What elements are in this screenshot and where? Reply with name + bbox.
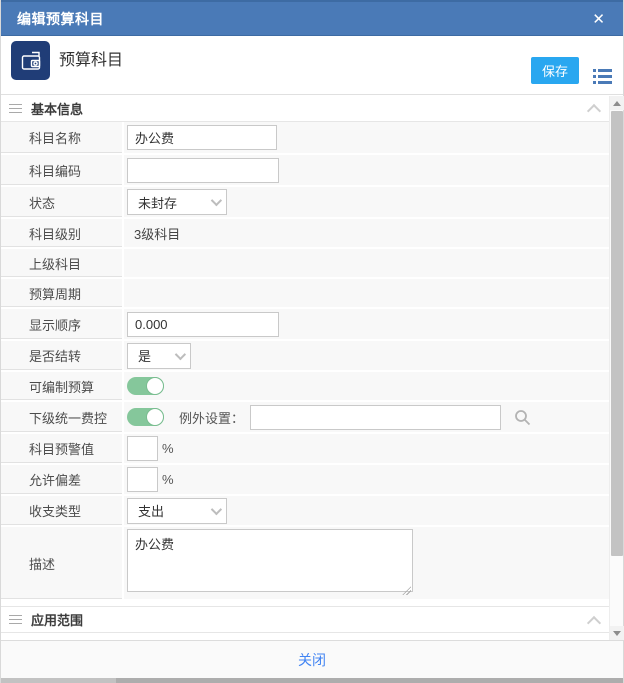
toggle-knob <box>146 377 164 395</box>
toggle-knob <box>146 408 164 426</box>
description-textarea[interactable]: 办公费 <box>127 529 413 592</box>
background-page-edge <box>1 678 623 683</box>
field-label: 科目级别 <box>1 219 124 247</box>
row-status: 状态 未封存 <box>1 187 609 219</box>
field-label: 描述 <box>1 527 124 599</box>
row-income-expense-type: 收支类型 支出 <box>1 496 609 527</box>
warning-value-input[interactable] <box>127 436 158 461</box>
row-display-order: 显示顺序 <box>1 309 609 341</box>
row-carryover: 是否结转 是 <box>1 341 609 372</box>
form-content: 基本信息 科目名称 科目编码 状态 未封存 科目级别 <box>1 95 623 640</box>
field-label: 状态 <box>1 187 124 217</box>
row-description: 描述 办公费 <box>1 527 609 601</box>
subject-name-input[interactable] <box>127 125 277 150</box>
percent-suffix: % <box>162 472 174 487</box>
row-budgetable: 可编制预算 <box>1 372 609 402</box>
income-expense-type-select[interactable]: 支出 <box>127 497 227 524</box>
row-unified-control: 下级统一费控 例外设置： <box>1 402 609 434</box>
row-parent-subject: 上级科目 <box>1 249 609 279</box>
edit-budget-subject-dialog: 编辑预算科目 ✕ 预算科目 保存 基本信息 科目名称 办公费 科目编码 状态 未… <box>0 0 624 683</box>
budget-subject-icon <box>11 41 50 80</box>
subject-code-input[interactable] <box>127 157 279 183</box>
row-subject-name: 科目名称 <box>1 122 609 155</box>
row-subject-code: 科目编码 <box>1 155 609 187</box>
list-icon[interactable] <box>591 67 613 85</box>
field-label: 科目名称 <box>1 122 124 153</box>
close-link[interactable]: 关闭 <box>298 650 326 670</box>
exception-settings-label: 例外设置： <box>179 410 245 426</box>
section-title: 应用范围 <box>31 613 84 628</box>
field-label: 是否结转 <box>1 341 124 370</box>
carryover-select[interactable]: 是 <box>127 342 191 369</box>
percent-suffix: % <box>162 441 174 456</box>
field-label: 可编制预算 <box>1 372 124 400</box>
page-title: 预算科目 <box>59 52 124 69</box>
chevron-down-icon <box>210 503 223 515</box>
row-budget-period: 预算周期 <box>1 279 609 309</box>
status-select[interactable]: 未封存 <box>127 189 227 215</box>
scroll-down-arrow[interactable] <box>610 626 624 640</box>
close-icon[interactable]: ✕ <box>588 10 609 29</box>
row-deviation: 允许偏差 % <box>1 465 609 496</box>
scrollbar-thumb[interactable] <box>611 111 623 556</box>
section-application-scope: 应用范围 <box>1 606 609 633</box>
field-label: 允许偏差 <box>1 465 124 494</box>
dialog-title: 编辑预算科目 <box>17 11 104 27</box>
field-label: 预算周期 <box>1 279 124 307</box>
field-label: 上级科目 <box>1 249 124 277</box>
section-drag-icon <box>9 615 22 624</box>
field-label: 收支类型 <box>1 496 124 525</box>
section-drag-icon <box>9 103 22 113</box>
row-warning-value: 科目预警值 % <box>1 434 609 465</box>
field-label: 下级统一费控 <box>1 402 124 432</box>
section-basic-info: 基本信息 <box>1 95 609 122</box>
field-label: 显示顺序 <box>1 309 124 339</box>
chevron-down-icon <box>174 348 187 360</box>
section-title: 基本信息 <box>31 101 84 117</box>
budgetable-toggle-on[interactable] <box>127 377 164 395</box>
collapse-up-icon[interactable] <box>585 613 603 627</box>
row-subject-level: 科目级别 3级科目 <box>1 219 609 249</box>
magnifier-icon[interactable] <box>514 409 531 426</box>
field-label: 科目预警值 <box>1 434 124 463</box>
deviation-input[interactable] <box>127 467 158 492</box>
chevron-down-icon <box>210 194 223 207</box>
display-order-input[interactable] <box>127 311 279 337</box>
resize-handle-icon[interactable] <box>402 586 411 595</box>
page-header: 预算科目 保存 <box>1 36 623 95</box>
scroll-up-arrow[interactable] <box>610 96 624 110</box>
save-button[interactable]: 保存 <box>530 57 579 84</box>
collapse-up-icon[interactable] <box>585 101 603 115</box>
dialog-footer: 关闭 <box>1 640 623 678</box>
dialog-titlebar: 编辑预算科目 ✕ <box>1 0 623 36</box>
subject-level-value: 3级科目 <box>134 226 181 242</box>
field-label: 科目编码 <box>1 155 124 185</box>
vertical-scrollbar[interactable] <box>609 96 624 640</box>
exception-settings-input[interactable] <box>250 404 502 430</box>
unified-control-toggle-on[interactable] <box>127 408 164 426</box>
